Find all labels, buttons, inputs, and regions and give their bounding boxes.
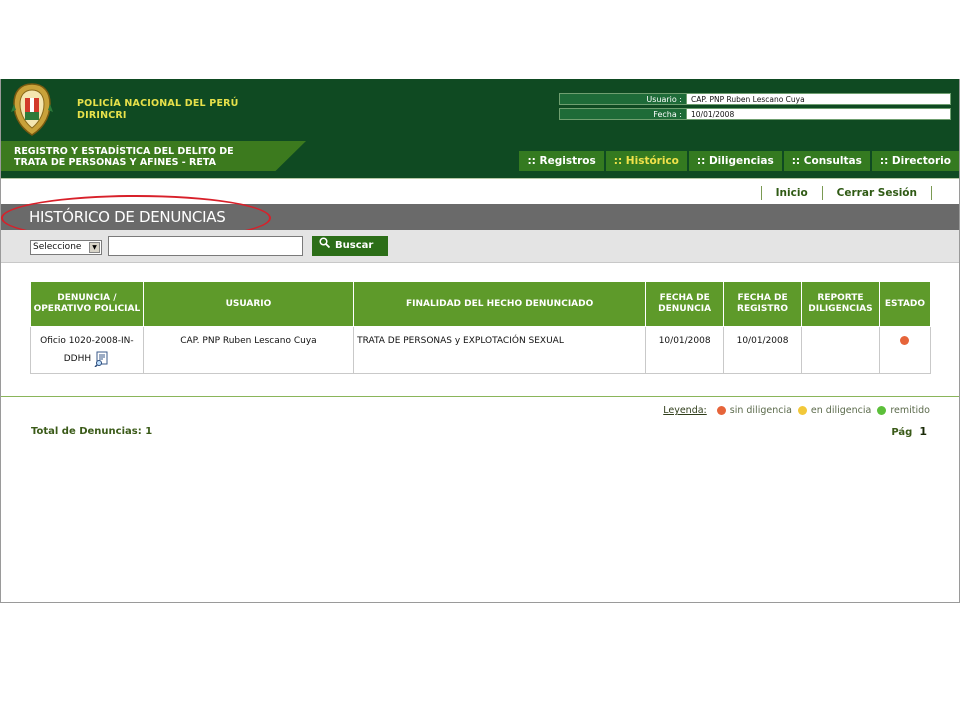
search-button[interactable]: Buscar bbox=[312, 236, 388, 256]
search-button-label: Buscar bbox=[335, 240, 374, 251]
nav-registros[interactable]: :: Registros bbox=[519, 151, 604, 171]
legend: Leyenda: sin diligencia en diligencia re… bbox=[663, 405, 930, 416]
cell-estado bbox=[878, 326, 932, 374]
organization-name: POLICÍA NACIONAL DEL PERÚ DIRINCRI bbox=[77, 98, 239, 122]
cell-denuncia: Oficio 1020-2008-IN-DDHH bbox=[30, 326, 144, 374]
home-link[interactable]: Inicio bbox=[760, 186, 822, 200]
legend-item-en-diligencia: en diligencia bbox=[810, 405, 872, 416]
link-separator bbox=[931, 186, 932, 200]
main-nav: :: Registros :: Histórico :: Diligencias… bbox=[517, 151, 959, 171]
nav-consultas[interactable]: :: Consultas bbox=[783, 151, 870, 171]
col-denuncia: DENUNCIA / OPERATIVO POLICIAL bbox=[30, 281, 144, 327]
pagination: Pág 1 bbox=[891, 425, 927, 438]
footer-divider bbox=[1, 396, 959, 397]
user-value: CAP. PNP Ruben Lescano Cuya bbox=[687, 93, 951, 105]
cell-reporte bbox=[801, 326, 880, 374]
chevron-down-icon[interactable]: ▼ bbox=[89, 242, 100, 253]
title-band-bottom bbox=[1, 171, 959, 179]
date-row: Fecha : 10/01/2008 bbox=[559, 108, 951, 120]
date-label: Fecha : bbox=[559, 108, 687, 120]
legend-item-sin-diligencia: sin diligencia bbox=[729, 405, 792, 416]
logout-link[interactable]: Cerrar Sesión bbox=[821, 186, 931, 200]
police-crest-icon bbox=[11, 83, 53, 136]
col-usuario: USUARIO bbox=[142, 281, 355, 327]
search-input[interactable] bbox=[108, 236, 303, 256]
system-title-line-1: REGISTRO Y ESTADÍSTICA DEL DELITO DE bbox=[14, 146, 234, 157]
filter-select[interactable]: Seleccione ▼ bbox=[30, 240, 102, 255]
search-bar: Seleccione ▼ Buscar bbox=[1, 230, 959, 263]
filter-select-value: Seleccione bbox=[33, 242, 82, 252]
denuncias-table: DENUNCIA / OPERATIVO POLICIAL USUARIO FI… bbox=[30, 281, 932, 374]
cell-fecha-denuncia: 10/01/2008 bbox=[645, 326, 725, 374]
cell-usuario: CAP. PNP Ruben Lescano Cuya bbox=[142, 326, 355, 374]
table-header-row: DENUNCIA / OPERATIVO POLICIAL USUARIO FI… bbox=[30, 281, 932, 327]
nav-directorio[interactable]: :: Directorio bbox=[871, 151, 959, 171]
search-icon bbox=[319, 237, 330, 248]
red-dot-icon bbox=[716, 406, 726, 415]
nav-historico[interactable]: :: Histórico bbox=[605, 151, 687, 171]
table-row[interactable]: Oficio 1020-2008-IN-DDHH CAP. PNP Ruben … bbox=[30, 326, 932, 374]
user-label: Usuario : bbox=[559, 93, 687, 105]
total-denuncias: Total de Denuncias: 1 bbox=[31, 426, 153, 437]
org-line-2: DIRINCRI bbox=[77, 110, 127, 121]
system-title-line-2: TRATA DE PERSONAS Y AFINES - RETA bbox=[14, 157, 216, 168]
green-dot-icon bbox=[877, 406, 887, 415]
col-fecha-denuncia: FECHA DE DENUNCIA bbox=[645, 281, 725, 327]
user-row: Usuario : CAP. PNP Ruben Lescano Cuya bbox=[559, 93, 951, 105]
col-fecha-registro: FECHA DE REGISTRO bbox=[723, 281, 802, 327]
yellow-dot-icon bbox=[797, 406, 807, 415]
cell-fecha-registro: 10/01/2008 bbox=[723, 326, 802, 374]
col-reporte: REPORTE DILIGENCIAS bbox=[801, 281, 880, 327]
legend-item-remitido: remitido bbox=[890, 405, 930, 416]
page-number[interactable]: 1 bbox=[919, 425, 927, 438]
status-dot-icon bbox=[900, 336, 910, 345]
org-line-1: POLICÍA NACIONAL DEL PERÚ bbox=[77, 98, 239, 109]
user-info-box: Usuario : CAP. PNP Ruben Lescano Cuya Fe… bbox=[559, 93, 951, 123]
cell-finalidad: TRATA DE PERSONAS y EXPLOTACIÓN SEXUAL bbox=[353, 326, 647, 374]
page-label: Pág bbox=[891, 427, 913, 438]
document-search-icon[interactable] bbox=[94, 351, 110, 367]
system-title: REGISTRO Y ESTADÍSTICA DEL DELITO DE TRA… bbox=[14, 146, 234, 168]
col-estado: ESTADO bbox=[878, 281, 932, 327]
denuncia-text[interactable]: Oficio 1020-2008-IN-DDHH bbox=[40, 336, 134, 364]
col-finalidad: FINALIDAD DEL HECHO DENUNCIADO bbox=[353, 281, 647, 327]
top-links: Inicio Cerrar Sesión bbox=[760, 186, 932, 200]
app-header: POLICÍA NACIONAL DEL PERÚ DIRINCRI Usuar… bbox=[1, 79, 959, 141]
system-title-band: REGISTRO Y ESTADÍSTICA DEL DELITO DE TRA… bbox=[1, 141, 959, 171]
date-value: 10/01/2008 bbox=[687, 108, 951, 120]
nav-diligencias[interactable]: :: Diligencias bbox=[688, 151, 782, 171]
legend-label: Leyenda: bbox=[663, 405, 707, 416]
